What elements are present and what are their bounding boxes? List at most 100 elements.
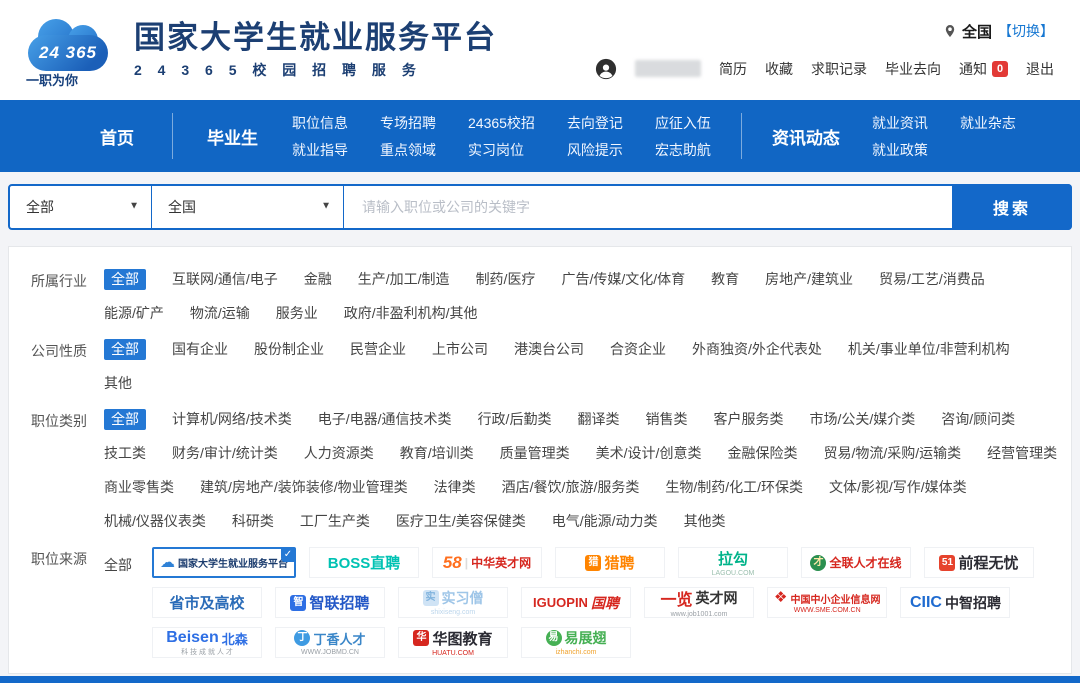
nav-home[interactable]: 首页 <box>100 124 134 149</box>
nav-link[interactable]: 重点领域 <box>380 140 436 160</box>
filter-option[interactable]: 行政/后勤类 <box>478 409 552 430</box>
filter-option[interactable]: 广告/传媒/文化/体育 <box>561 269 685 290</box>
filter-option[interactable]: 教育 <box>711 269 739 290</box>
filter-option[interactable]: 贸易/物流/采购/运输类 <box>823 443 961 464</box>
user-menu-item[interactable]: 简历 <box>719 59 747 79</box>
logout-link[interactable]: 退出 <box>1026 59 1054 79</box>
filter-option[interactable]: 医疗卫生/美容保健类 <box>396 511 526 532</box>
source-ciic[interactable]: CIIC中智招聘 <box>900 587 1010 618</box>
source-ncss[interactable]: ✓☁国家大学生就业服务平台 <box>152 547 296 578</box>
nav-news[interactable]: 资讯动态 <box>772 124 840 149</box>
filter-option[interactable]: 上市公司 <box>432 339 488 360</box>
filter-option[interactable]: 法律类 <box>434 477 476 498</box>
notice-link[interactable]: 通知 0 <box>959 59 1008 79</box>
nav-link[interactable]: 职位信息 <box>292 113 348 133</box>
filter-option-selected[interactable]: 全部 <box>104 269 146 290</box>
filter-option[interactable]: 机关/事业单位/非营利机构 <box>848 339 1010 360</box>
source-shixiseng[interactable]: 实实习僧shixiseng.com <box>398 587 508 618</box>
filter-option[interactable]: 能源/矿产 <box>104 303 164 324</box>
filter-option[interactable]: 其他类 <box>684 511 726 532</box>
filter-option[interactable]: 质量管理类 <box>500 443 570 464</box>
source-all-option[interactable]: 全部 <box>104 547 132 658</box>
nav-link[interactable]: 就业政策 <box>872 140 928 160</box>
source-51job-qiancheng[interactable]: 51前程无忧 <box>924 547 1034 578</box>
filter-option[interactable]: 生物/制药/化工/环保类 <box>665 477 803 498</box>
filter-option[interactable]: 房地产/建筑业 <box>765 269 853 290</box>
filter-option[interactable]: 咨询/顾问类 <box>941 409 1015 430</box>
user-menu-item[interactable]: 毕业去向 <box>885 59 941 79</box>
filter-option[interactable]: 技工类 <box>104 443 146 464</box>
region-dropdown[interactable]: 全国 ▼ <box>152 186 344 228</box>
source-beisen[interactable]: Beisen北森科 技 成 就 人 才 <box>152 627 262 658</box>
source-sme[interactable]: ❖中国中小企业信息网WWW.SME.COM.CN <box>767 587 887 618</box>
nav-link[interactable]: 就业指导 <box>292 140 348 160</box>
filter-option[interactable]: 机械/仪器仪表类 <box>104 511 206 532</box>
nav-link[interactable]: 风险提示 <box>567 140 623 160</box>
filter-option[interactable]: 服务业 <box>276 303 318 324</box>
source-zhaopin[interactable]: 智智联招聘 <box>275 587 385 618</box>
nav-graduate[interactable]: 毕业生 <box>207 124 258 149</box>
filter-option-selected[interactable]: 全部 <box>104 339 146 360</box>
filter-option[interactable]: 酒店/餐饮/旅游/服务类 <box>502 477 640 498</box>
nav-link[interactable]: 实习岗位 <box>468 140 535 160</box>
filter-option[interactable]: 计算机/网络/技术类 <box>172 409 292 430</box>
filter-option[interactable]: 互联网/通信/电子 <box>172 269 278 290</box>
filter-option[interactable]: 美术/设计/创意类 <box>596 443 702 464</box>
source-lagou[interactable]: 拉勾LAGOU.COM <box>678 547 788 578</box>
source-yizhanchi[interactable]: 易易展翅izhanchi.com <box>521 627 631 658</box>
source-yilan-yingcai[interactable]: 一览英才网www.job1001.com <box>644 587 754 618</box>
nav-link[interactable]: 专场招聘 <box>380 113 436 133</box>
filter-option[interactable]: 财务/审计/统计类 <box>172 443 278 464</box>
filter-option[interactable]: 其他 <box>104 373 132 394</box>
filter-option[interactable]: 外商独资/外企代表处 <box>692 339 822 360</box>
filter-option[interactable]: 销售类 <box>645 409 687 430</box>
filter-option[interactable]: 物流/运输 <box>190 303 250 324</box>
user-menu-item[interactable]: 求职记录 <box>811 59 867 79</box>
filter-option[interactable]: 翻译类 <box>577 409 619 430</box>
filter-option[interactable]: 市场/公关/媒介类 <box>809 409 915 430</box>
source-province-university[interactable]: 省市及高校 <box>152 587 262 618</box>
filter-option[interactable]: 教育/培训类 <box>400 443 474 464</box>
search-input[interactable] <box>344 186 952 228</box>
filter-option[interactable]: 精选企业 <box>254 673 310 674</box>
filter-option[interactable]: 金融 <box>304 269 332 290</box>
search-button[interactable]: 搜索 <box>952 184 1072 230</box>
source-liepin[interactable]: 猎猎聘 <box>555 547 665 578</box>
nav-link[interactable]: 24365校招 <box>468 113 535 133</box>
filter-option[interactable]: 重点领域 <box>172 673 228 674</box>
nav-link[interactable]: 应征入伍 <box>655 113 711 133</box>
source-huatu[interactable]: 华华图教育HUATU.COM <box>398 627 508 658</box>
filter-option[interactable]: 政府/非盈利机构/其他 <box>344 303 478 324</box>
filter-option[interactable]: 经营管理类 <box>987 443 1057 464</box>
filter-option[interactable]: 合资企业 <box>610 339 666 360</box>
filter-option[interactable]: 客户服务类 <box>713 409 783 430</box>
filter-option[interactable]: 国有企业 <box>172 339 228 360</box>
filter-option[interactable]: 金融保险类 <box>727 443 797 464</box>
filter-option[interactable]: 文体/影视/写作/媒体类 <box>829 477 967 498</box>
nav-link[interactable]: 去向登记 <box>567 113 623 133</box>
category-dropdown[interactable]: 全部 ▼ <box>10 186 152 228</box>
filter-option[interactable]: 制药/医疗 <box>476 269 536 290</box>
source-boss-zhipin[interactable]: BOSS直聘 <box>309 547 419 578</box>
user-menu-item[interactable]: 收藏 <box>765 59 793 79</box>
filter-option[interactable]: 商业零售类 <box>104 477 174 498</box>
filter-option[interactable]: 生产/加工/制造 <box>358 269 450 290</box>
filter-option-selected[interactable]: 全部 <box>104 673 146 674</box>
nav-link[interactable]: 就业资讯 <box>872 113 928 133</box>
nav-link[interactable]: 就业杂志 <box>960 113 1016 133</box>
filter-option[interactable]: 建筑/房地产/装饰装修/物业管理类 <box>200 477 408 498</box>
source-58-chinahr[interactable]: 58|中华英才网 <box>432 547 542 578</box>
source-quanlian-rencai[interactable]: 才全联人才在线 <box>801 547 911 578</box>
source-dingxiang-rencai[interactable]: 丁丁香人才WWW.JOBMD.CN <box>275 627 385 658</box>
source-iguopin[interactable]: IGUOPIN国聘 <box>521 587 631 618</box>
filter-option[interactable]: 工厂生产类 <box>300 511 370 532</box>
filter-option[interactable]: 股份制企业 <box>254 339 324 360</box>
filter-option-selected[interactable]: 全部 <box>104 409 146 430</box>
filter-option[interactable]: 科研类 <box>232 511 274 532</box>
nav-link[interactable]: 宏志助航 <box>655 140 711 160</box>
filter-option[interactable]: 港澳台公司 <box>514 339 584 360</box>
filter-option[interactable]: 贸易/工艺/消费品 <box>879 269 985 290</box>
filter-option[interactable]: 民营企业 <box>350 339 406 360</box>
filter-option[interactable]: 人力资源类 <box>304 443 374 464</box>
filter-option[interactable]: 电气/能源/动力类 <box>552 511 658 532</box>
